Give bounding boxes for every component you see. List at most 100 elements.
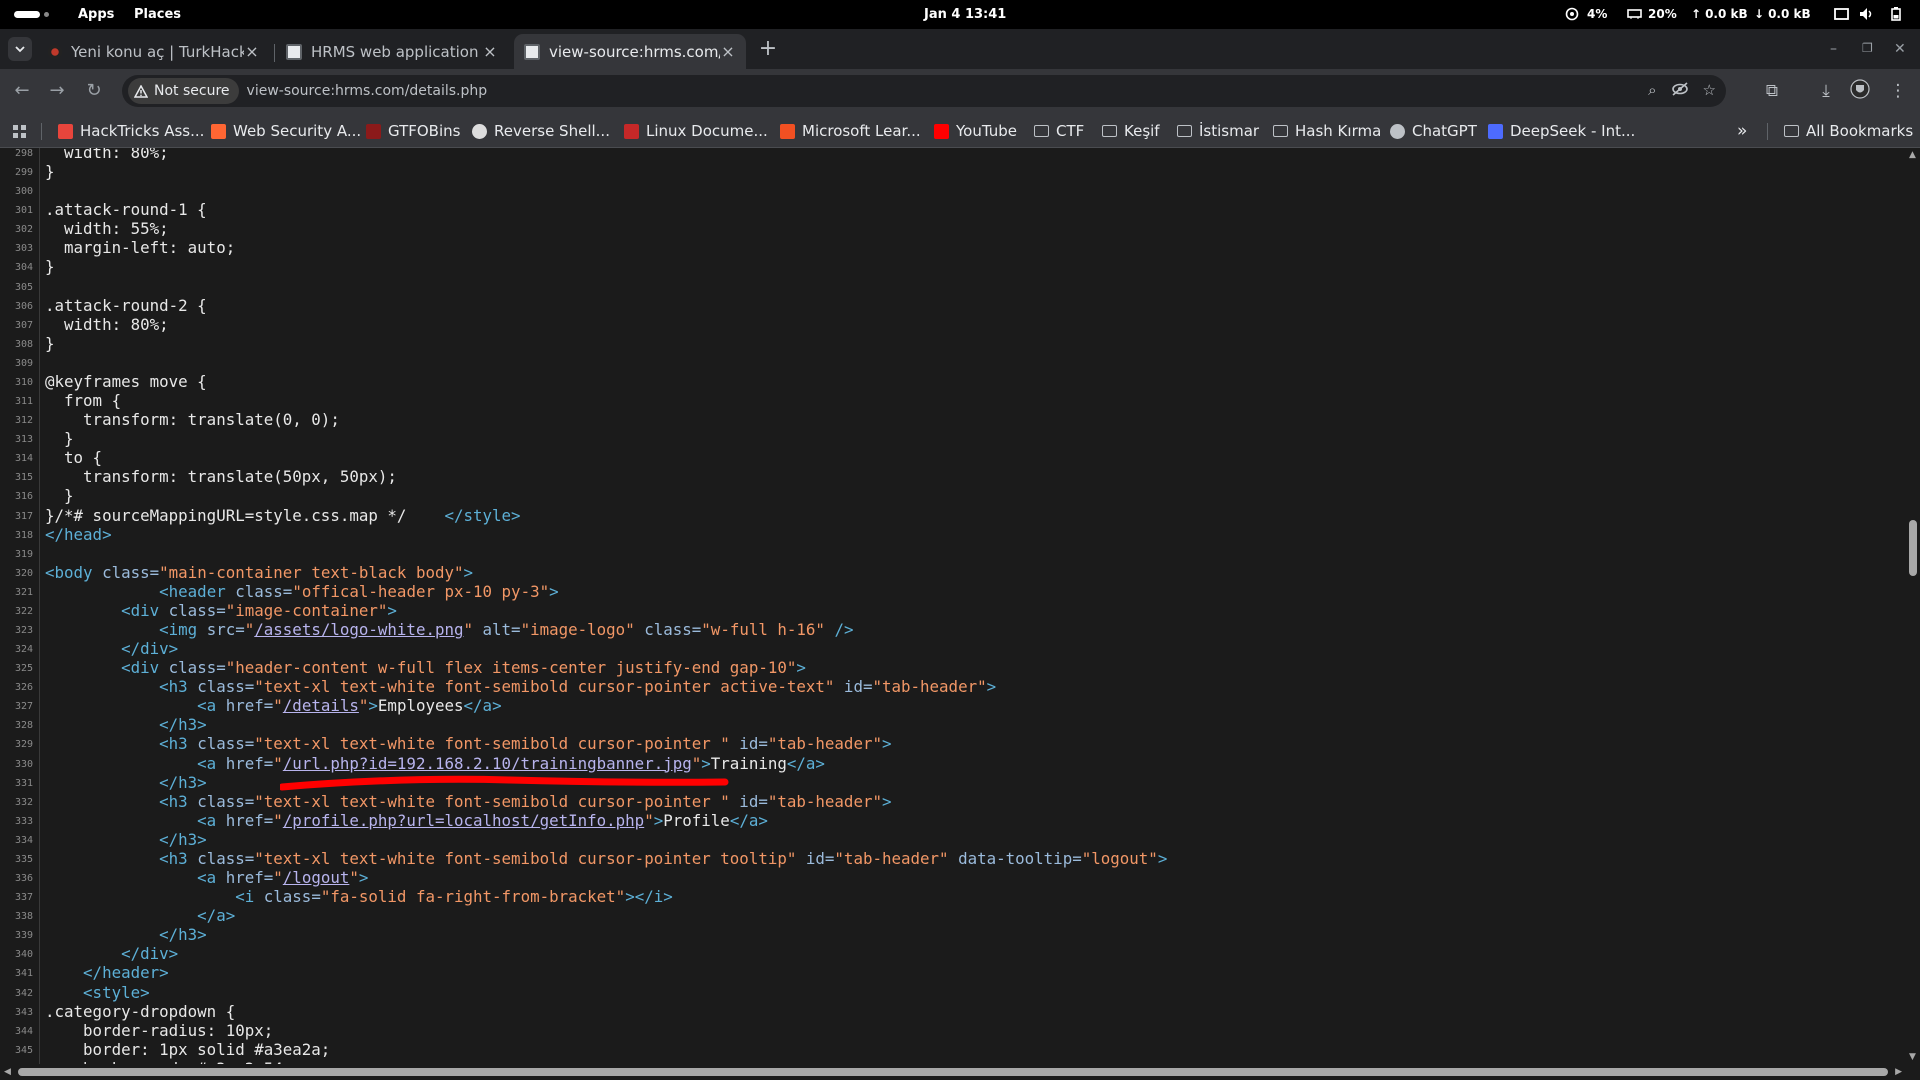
bookmark-item[interactable]: ChatGPT xyxy=(1390,121,1477,141)
apps-menu[interactable]: Apps xyxy=(78,7,114,22)
line-number: 336 xyxy=(14,873,33,885)
source-line: 312 transform: translate(0, 0); xyxy=(0,410,1906,429)
line-number: 340 xyxy=(14,949,33,961)
source-link[interactable]: /url.php?id=192.168.2.10/trainingbanner.… xyxy=(283,754,692,773)
source-link[interactable]: /details xyxy=(283,696,359,715)
clock[interactable]: Jan 4 13:41 xyxy=(924,7,1006,22)
bookmark-item[interactable]: Keşif xyxy=(1102,121,1160,141)
bookmark-item[interactable]: DeepSeek - Int... xyxy=(1488,121,1635,141)
activities-button[interactable] xyxy=(14,11,49,18)
line-number: 339 xyxy=(14,930,33,942)
scroll-thumb[interactable] xyxy=(1909,520,1917,576)
security-chip[interactable]: Not secure xyxy=(128,78,239,104)
volume-icon[interactable] xyxy=(1859,7,1874,21)
scroll-down-icon[interactable]: ▼ xyxy=(1909,1052,1916,1062)
chevron-double-right-icon: » xyxy=(1737,121,1748,141)
bookmark-item[interactable]: GTFOBins xyxy=(366,121,460,141)
line-number: 308 xyxy=(14,338,33,350)
apps-grid-button[interactable] xyxy=(12,121,27,141)
view-source-content: 298 width: 80%; 299} 300 301 .attack-round-1… xyxy=(0,148,1906,1064)
cpu-indicator[interactable]: 4% xyxy=(1565,7,1607,21)
scroll-thumb[interactable] xyxy=(18,1068,1888,1076)
close-icon[interactable]: × xyxy=(720,42,736,61)
tab-search-button[interactable] xyxy=(8,37,32,61)
code-token: class= xyxy=(263,887,321,907)
bookmark-item[interactable]: HackTricks Ass... xyxy=(58,121,204,141)
code-token: "fa-solid fa-right-from-bracket" xyxy=(320,887,626,907)
restore-icon[interactable]: ❐ xyxy=(1862,41,1873,55)
source-line: 305 xyxy=(0,277,1906,296)
code-token: href= xyxy=(225,868,274,888)
code-token: Training xyxy=(710,753,787,773)
bookmark-item[interactable]: Microsoft Lear... xyxy=(780,121,921,141)
star-icon[interactable]: ☆ xyxy=(1703,81,1716,99)
bookmark-item[interactable]: Web Security A... xyxy=(211,121,361,141)
bookmark-item[interactable]: Hash Kırma xyxy=(1273,121,1381,141)
code-token: "tab-header" xyxy=(767,791,882,811)
code-token: id= xyxy=(729,734,768,754)
source-link[interactable]: /logout xyxy=(283,868,350,887)
source-line: 340 </div> xyxy=(0,944,1906,963)
all-bookmarks-label: All Bookmarks xyxy=(1806,122,1914,140)
code-token: src= xyxy=(206,620,245,639)
tab-hrms[interactable]: HRMS web application × xyxy=(276,34,508,69)
bookmarks-overflow-button[interactable]: » xyxy=(1737,121,1747,141)
extensions-button[interactable]: ⧉ xyxy=(1760,79,1784,103)
bookmark-label: Hash Kırma xyxy=(1295,122,1382,140)
line-number: 342 xyxy=(14,987,33,999)
code-token: href= xyxy=(225,696,274,716)
window-close-icon[interactable]: ✕ xyxy=(1894,41,1906,57)
tab-turkhack[interactable]: Yeni konu aç | TurkHackT × xyxy=(38,34,270,69)
bookmark-label: HackTricks Ass... xyxy=(80,122,205,140)
upload-indicator[interactable]: ↑ 0.0 kB xyxy=(1691,7,1748,21)
code-token: > xyxy=(796,658,806,678)
tab-view-source[interactable]: view-source:hrms.com/d × xyxy=(514,34,746,69)
bookmark-item[interactable]: CTF xyxy=(1034,121,1084,141)
line-number: 319 xyxy=(14,548,33,560)
url-text[interactable]: view-source:hrms.com/details.php xyxy=(247,83,488,99)
forward-button[interactable]: → xyxy=(45,79,69,103)
back-button[interactable]: ← xyxy=(10,79,34,103)
minimize-icon[interactable]: – xyxy=(1830,41,1837,57)
download-indicator[interactable]: ↓ 0.0 kB xyxy=(1754,7,1811,21)
bookmark-item[interactable]: İstismar xyxy=(1177,121,1259,141)
places-menu[interactable]: Places xyxy=(134,7,181,22)
memory-indicator[interactable]: 20% xyxy=(1627,7,1677,21)
code-token: </head> xyxy=(45,524,112,544)
all-bookmarks-button[interactable]: All Bookmarks xyxy=(1784,121,1913,141)
bookmark-item[interactable]: YouTube xyxy=(934,121,1017,141)
vertical-scrollbar[interactable]: ▲ ▼ xyxy=(1906,148,1920,1064)
source-line: 319 xyxy=(0,544,1906,563)
address-bar[interactable]: Not secure view-source:hrms.com/details.… xyxy=(122,75,1726,107)
code-token: } xyxy=(45,162,55,182)
close-icon[interactable]: × xyxy=(244,42,260,61)
screen-icon[interactable] xyxy=(1834,7,1849,21)
menu-button[interactable]: ⋮ xyxy=(1886,79,1910,103)
source-link[interactable]: /assets/logo-white.png xyxy=(254,620,463,639)
code-token: class= xyxy=(168,600,226,620)
folder-icon xyxy=(1177,125,1192,137)
downloads-button[interactable]: ⤓ xyxy=(1814,79,1838,103)
zoom-icon[interactable]: ⌕ xyxy=(1648,81,1656,99)
code-token: <h3 xyxy=(159,848,198,868)
download-value: 0.0 kB xyxy=(1768,7,1811,21)
scroll-up-icon[interactable]: ▲ xyxy=(1909,150,1916,160)
horizontal-scrollbar[interactable]: ◀ ▶ xyxy=(0,1064,1920,1080)
close-icon[interactable]: × xyxy=(482,42,498,61)
code-token: <a xyxy=(197,868,226,888)
battery-icon[interactable] xyxy=(1889,7,1904,21)
code-token: from { xyxy=(45,391,122,411)
source-link[interactable]: /profile.php?url=localhost/getInfo.php xyxy=(283,811,644,830)
new-tab-button[interactable]: + xyxy=(756,38,780,62)
eye-off-icon[interactable] xyxy=(1671,81,1689,97)
source-line: 314 to { xyxy=(0,448,1906,467)
reload-button[interactable]: ↻ xyxy=(82,79,106,103)
profile-button[interactable] xyxy=(1848,79,1872,103)
bookmark-item[interactable]: Linux Docume... xyxy=(624,121,768,141)
bookmark-item[interactable]: Reverse Shell... xyxy=(472,121,610,141)
scroll-left-icon[interactable]: ◀ xyxy=(4,1067,11,1077)
scroll-right-icon[interactable]: ▶ xyxy=(1895,1067,1902,1077)
code-token: "offical-header px-10 py-3" xyxy=(292,581,550,601)
